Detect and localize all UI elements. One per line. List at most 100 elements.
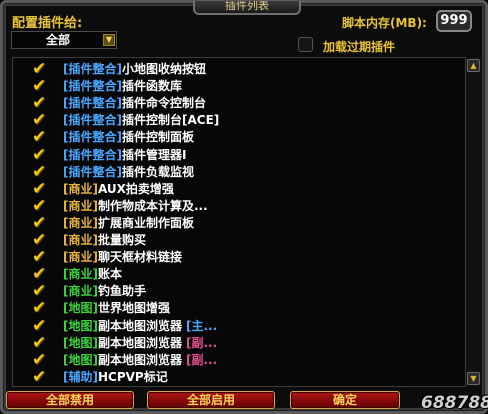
- addon-label: [辅助]HCPVP标记: [63, 369, 168, 386]
- addon-name: 世界地图增强: [97, 301, 170, 316]
- addon-category-tag: [商业]: [63, 233, 98, 247]
- addon-row[interactable]: ✔ [商业]制作物成本计算及...: [13, 197, 453, 215]
- script-memory-input[interactable]: 999: [436, 10, 472, 32]
- watermark-text: 688788: [421, 393, 488, 413]
- addon-name: 插件负载监视: [121, 164, 194, 179]
- addon-name: 批量购买: [97, 233, 146, 247]
- disable-all-button[interactable]: 全部禁用: [6, 391, 134, 409]
- addon-category-tag: [插件整合]: [63, 96, 122, 111]
- addon-label: [插件整合]插件控制台[ACE]: [63, 112, 219, 129]
- addon-enabled-checkbox[interactable]: ✔: [32, 146, 50, 164]
- addon-category-tag: [插件整合]: [63, 62, 122, 76]
- addon-category-tag: [辅助]: [63, 369, 98, 384]
- addon-label: [插件整合]插件命令控制台: [63, 95, 206, 112]
- addon-label: [地图]副本地图浏览器 [主...: [63, 318, 217, 335]
- addon-name: 制作物成本计算及...: [97, 198, 208, 213]
- addon-label: [商业]钓鱼助手: [63, 283, 146, 300]
- addon-label: [商业]AUX拍卖增强: [63, 181, 174, 198]
- addon-label: [商业]账本: [63, 266, 122, 283]
- addon-row[interactable]: ✔ [商业]钓鱼助手: [13, 283, 453, 301]
- addon-list: ✔ [插件整合]小地图收纳按钮 ✔ [插件整合]插件函数库 ✔ [插件整合]插件命令控制台…: [13, 58, 453, 388]
- addon-row[interactable]: ✔ [商业]AUX拍卖增强: [13, 180, 453, 198]
- addon-label: [插件整合]插件控制面板: [63, 129, 194, 146]
- enable-all-button[interactable]: 全部启用: [147, 391, 275, 409]
- addon-name: 扩展商业制作面板: [97, 215, 194, 230]
- addon-name: 聊天框材料链接: [97, 250, 182, 265]
- addon-extra: [副...: [186, 352, 218, 367]
- addon-row[interactable]: ✔ [插件整合]小地图收纳按钮: [13, 61, 453, 78]
- addon-category-tag: [地图]: [63, 301, 98, 316]
- addon-label: [商业]批量购买: [63, 232, 146, 249]
- addon-label: [商业]扩展商业制作面板: [63, 215, 194, 232]
- scrollbar[interactable]: ▲ ▼: [466, 57, 481, 387]
- addon-extra: [主...: [186, 318, 218, 333]
- addon-label: [地图]世界地图增强: [63, 300, 170, 317]
- addon-name: 副本地图浏览器: [97, 318, 182, 333]
- addon-row[interactable]: ✔ [商业]扩展商业制作面板: [13, 214, 453, 232]
- addon-category-tag: [商业]: [63, 215, 98, 230]
- addon-category-tag: [商业]: [63, 181, 98, 196]
- addon-label: [插件整合]插件负载监视: [63, 164, 194, 181]
- addon-row[interactable]: ✔ [商业]聊天框材料链接: [13, 249, 453, 267]
- addon-category-tag: [商业]: [63, 267, 98, 282]
- chevron-down-icon[interactable]: ▼: [103, 34, 115, 46]
- addon-name: 插件管理器I: [121, 147, 187, 162]
- addon-name: 副本地图浏览器: [97, 335, 182, 350]
- addon-category-tag: [插件整合]: [63, 113, 122, 128]
- addon-name: 小地图收纳按钮: [121, 62, 206, 76]
- addon-category-tag: [商业]: [63, 284, 98, 299]
- addon-list-panel: ✔ [插件整合]小地图收纳按钮 ✔ [插件整合]插件函数库 ✔ [插件整合]插件命令控制台…: [12, 57, 466, 387]
- addon-row[interactable]: ✔ [商业]批量购买: [13, 232, 453, 249]
- addon-category-tag: [插件整合]: [63, 130, 122, 145]
- addon-row[interactable]: ✔ [地图]副本地图浏览器 [副...: [13, 351, 453, 369]
- window-title: 插件列表: [193, 1, 301, 15]
- addon-name: AUX拍卖增强: [97, 181, 174, 196]
- addon-label: [插件整合]插件管理器I: [63, 147, 186, 164]
- addon-name: 钓鱼助手: [97, 284, 146, 299]
- addon-label: [商业]制作物成本计算及...: [63, 198, 208, 215]
- script-memory-label: 脚本内存(MB):: [342, 16, 427, 30]
- addon-name: HCPVP标记: [97, 369, 168, 384]
- scroll-down-icon[interactable]: ▼: [467, 372, 480, 385]
- addon-row[interactable]: ✔ [辅助]HCPVP标记: [13, 368, 453, 386]
- addon-row[interactable]: ✔ [插件整合]插件函数库: [13, 78, 453, 96]
- addon-category-tag: [地图]: [63, 318, 98, 333]
- addon-category-tag: [插件整合]: [63, 147, 122, 162]
- load-expired-label: 加载过期插件: [323, 40, 396, 54]
- addon-name: 插件函数库: [121, 79, 182, 94]
- addon-name: 账本: [97, 267, 122, 282]
- load-expired-checkbox[interactable]: [298, 37, 313, 52]
- config-for-label: 配置插件给:: [12, 16, 83, 31]
- addon-row[interactable]: ✔ [地图]世界地图增强: [13, 300, 453, 318]
- addon-label: [插件整合]插件函数库: [63, 78, 182, 95]
- addon-enabled-checkbox[interactable]: ✔: [32, 300, 50, 318]
- addon-name: 副本地图浏览器: [97, 352, 182, 367]
- dropdown-value: 全部: [45, 33, 70, 47]
- addon-label: [商业]聊天框材料链接: [63, 249, 182, 266]
- addon-list-window: 插件列表 配置插件给: 全部 ▼ 脚本内存(MB): 999 加载过期插件 ✔[…: [0, 0, 488, 414]
- ok-button[interactable]: 确定: [290, 391, 400, 409]
- addon-row[interactable]: ✔ [插件整合]插件命令控制台: [13, 95, 453, 113]
- config-character-dropdown[interactable]: 全部 ▼: [11, 31, 117, 49]
- addon-row[interactable]: ✔ [插件整合]插件控制台[ACE]: [13, 112, 453, 130]
- addon-row[interactable]: ✔ [地图]副本地图浏览器 [副...: [13, 334, 453, 352]
- addon-label: [插件整合]小地图收纳按钮: [63, 61, 206, 78]
- addon-row[interactable]: ✔ [商业]账本: [13, 266, 453, 284]
- addon-row[interactable]: ✔ [插件整合]插件负载监视: [13, 163, 453, 181]
- addon-category-tag: [插件整合]: [63, 164, 122, 179]
- addon-label: [地图]副本地图浏览器 [副...: [63, 352, 217, 369]
- addon-enabled-checkbox[interactable]: ✔: [32, 317, 50, 335]
- addon-category-tag: [商业]: [63, 198, 98, 213]
- addon-category-tag: [商业]: [63, 250, 98, 265]
- addon-row[interactable]: ✔ [插件整合]插件控制面板: [13, 129, 453, 147]
- addon-category-tag: [地图]: [63, 335, 98, 350]
- addon-name: 插件命令控制台: [121, 96, 206, 111]
- addon-name: 插件控制台[ACE]: [121, 113, 220, 128]
- addon-category-tag: [地图]: [63, 352, 98, 367]
- addon-label: [地图]副本地图浏览器 [副...: [63, 335, 217, 352]
- addon-enabled-checkbox[interactable]: ✔: [32, 368, 50, 386]
- addon-enabled-checkbox[interactable]: ✔: [32, 129, 50, 147]
- addon-row[interactable]: ✔ [地图]副本地图浏览器 [主...: [13, 317, 453, 335]
- scroll-up-icon[interactable]: ▲: [467, 59, 480, 72]
- addon-row[interactable]: ✔ [插件整合]插件管理器I: [13, 146, 453, 164]
